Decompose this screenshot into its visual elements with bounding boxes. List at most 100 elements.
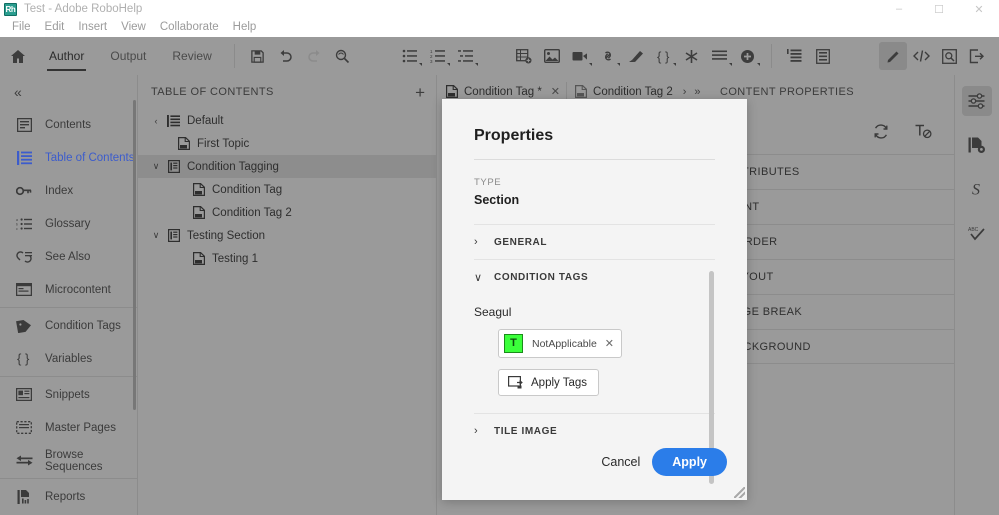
collapse-chevrons-icon[interactable]: « xyxy=(0,75,137,108)
chevron-down-icon[interactable]: ∨ xyxy=(148,161,164,172)
sidebar-item-label: Glossary xyxy=(45,217,91,230)
sidebar-item-contents[interactable]: Contents xyxy=(0,108,137,141)
main-toolbar: Author Output Review 123 {} xyxy=(0,37,999,75)
spell-check-icon[interactable]: ABC xyxy=(955,215,999,251)
sidebar-item-condition-tags[interactable]: Condition Tags xyxy=(0,309,137,342)
menu-view[interactable]: View xyxy=(114,18,153,37)
apply-tags-button[interactable]: Apply Tags xyxy=(498,369,600,396)
sidebar-item-see-also[interactable]: See Also xyxy=(0,240,137,273)
dialog-section-condition-tags[interactable]: ∨ CONDITION TAGS xyxy=(474,259,715,294)
content-properties-icon[interactable] xyxy=(955,83,999,119)
publish-icon[interactable] xyxy=(963,42,991,70)
bullet-list-icon[interactable] xyxy=(396,42,424,70)
insert-special-character-icon[interactable] xyxy=(678,42,706,70)
menu-file[interactable]: File xyxy=(5,18,38,37)
show-tags-icon[interactable] xyxy=(809,42,837,70)
tab-author[interactable]: Author xyxy=(36,37,97,75)
dialog-resize-handle[interactable] xyxy=(734,487,745,498)
sidebar-item-label: Snippets xyxy=(45,388,90,401)
chevron-down-icon[interactable]: ∨ xyxy=(148,230,164,241)
insert-more-icon[interactable] xyxy=(734,42,762,70)
chevron-down-icon xyxy=(672,63,676,66)
rail-divider-1 xyxy=(0,307,137,308)
toc-row-condition-tagging[interactable]: ∨ Condition Tagging xyxy=(138,155,437,178)
multilevel-list-icon[interactable] xyxy=(452,42,480,70)
index-key-icon xyxy=(14,183,34,199)
insert-video-icon[interactable] xyxy=(566,42,594,70)
sidebar-item-master-pages[interactable]: Master Pages xyxy=(0,411,137,444)
character-styles-icon[interactable]: S xyxy=(955,171,999,207)
condition-tag-chip[interactable]: T NotApplicable ✕ xyxy=(498,329,623,358)
dialog-section-general[interactable]: › GENERAL xyxy=(474,224,715,259)
insert-table-icon[interactable] xyxy=(510,42,538,70)
chevron-left-icon[interactable]: ‹ xyxy=(148,116,164,126)
type-label: TYPE xyxy=(474,177,502,188)
toc-add-button[interactable]: + xyxy=(415,84,425,101)
chevron-down-icon xyxy=(474,63,478,66)
code-view-icon[interactable] xyxy=(907,42,935,70)
save-icon[interactable] xyxy=(244,42,272,70)
toc-row-label: Condition Tagging xyxy=(187,160,279,173)
undo-icon[interactable] xyxy=(272,42,300,70)
refresh-icon[interactable] xyxy=(873,124,889,139)
numbered-list-icon[interactable]: 123 xyxy=(424,42,452,70)
insert-link-icon[interactable] xyxy=(594,42,622,70)
toc-row-testing-section[interactable]: ∨ Testing Section xyxy=(138,224,437,247)
close-icon[interactable]: ✕ xyxy=(551,85,560,98)
toc-row-condition-tag-2[interactable]: Condition Tag 2 xyxy=(138,201,437,224)
tab-next-chevron-icon[interactable]: › xyxy=(679,86,691,98)
preview-icon[interactable] xyxy=(935,42,963,70)
robohelp-icon: Rh xyxy=(4,2,17,16)
maximize-icon[interactable]: ☐ xyxy=(919,0,959,18)
menu-edit[interactable]: Edit xyxy=(38,18,72,37)
remove-tag-icon[interactable]: ✕ xyxy=(605,337,614,350)
properties-dialog: Properties TYPE Section › GENERAL ∨ COND… xyxy=(442,99,747,500)
dialog-body: TYPE Section › GENERAL ∨ CONDITION TAGS … xyxy=(442,160,747,448)
close-icon[interactable]: ✕ xyxy=(959,0,999,18)
contents-icon xyxy=(14,117,34,133)
tab-overflow-icon[interactable]: » xyxy=(690,86,704,98)
apply-button[interactable]: Apply xyxy=(652,448,727,476)
home-icon[interactable] xyxy=(0,49,36,64)
menu-insert[interactable]: Insert xyxy=(71,18,114,37)
sidebar-item-glossary[interactable]: abc Glossary xyxy=(0,207,137,240)
toolbar-divider-2 xyxy=(770,44,772,68)
topic-icon xyxy=(189,252,208,265)
insert-snippet-icon[interactable] xyxy=(622,42,650,70)
insert-variable-icon[interactable]: { } xyxy=(650,42,678,70)
dialog-title: Properties xyxy=(474,127,554,144)
minimize-icon[interactable]: – xyxy=(879,0,919,18)
sidebar-item-reports[interactable]: Reports xyxy=(0,480,137,513)
sidebar-item-variables[interactable]: { } Variables xyxy=(0,342,137,375)
clear-formatting-icon[interactable] xyxy=(915,124,932,139)
find-replace-icon[interactable] xyxy=(328,42,356,70)
section-icon xyxy=(164,160,183,173)
sidebar-item-browse-sequences[interactable]: Browse Sequences xyxy=(0,444,137,477)
toc-row-testing-1[interactable]: Testing 1 xyxy=(138,247,437,270)
window-controls: – ☐ ✕ xyxy=(879,0,999,18)
insert-image-icon[interactable] xyxy=(538,42,566,70)
paragraph-style-icon[interactable] xyxy=(706,42,734,70)
apply-tags-label: Apply Tags xyxy=(531,376,588,389)
apply-tags-icon xyxy=(508,376,523,389)
topic-properties-icon[interactable] xyxy=(955,127,999,163)
right-icon-rail: S ABC xyxy=(955,75,999,515)
menu-help[interactable]: Help xyxy=(226,18,264,37)
sidebar-item-snippets[interactable]: Snippets xyxy=(0,378,137,411)
toc-row-default[interactable]: ‹ Default xyxy=(138,109,437,132)
sidebar-item-table-of-contents[interactable]: Table of Contents xyxy=(0,141,137,174)
menu-collaborate[interactable]: Collaborate xyxy=(153,18,226,37)
tag-name-label: NotApplicable xyxy=(532,337,597,350)
toc-row-condition-tag[interactable]: Condition Tag xyxy=(138,178,437,201)
sidebar-item-microcontent[interactable]: Microcontent xyxy=(0,273,137,306)
sidebar-scrollbar[interactable] xyxy=(133,100,136,410)
cancel-button[interactable]: Cancel xyxy=(601,455,640,469)
tab-review[interactable]: Review xyxy=(159,37,224,75)
sidebar-item-label: Index xyxy=(45,184,74,197)
edit-pencil-icon[interactable] xyxy=(879,42,907,70)
show-markers-icon[interactable] xyxy=(781,42,809,70)
sidebar-item-index[interactable]: Index xyxy=(0,174,137,207)
tab-output[interactable]: Output xyxy=(97,37,159,75)
toc-row-first-topic[interactable]: First Topic xyxy=(138,132,437,155)
sidebar-item-label: Variables xyxy=(45,352,93,365)
